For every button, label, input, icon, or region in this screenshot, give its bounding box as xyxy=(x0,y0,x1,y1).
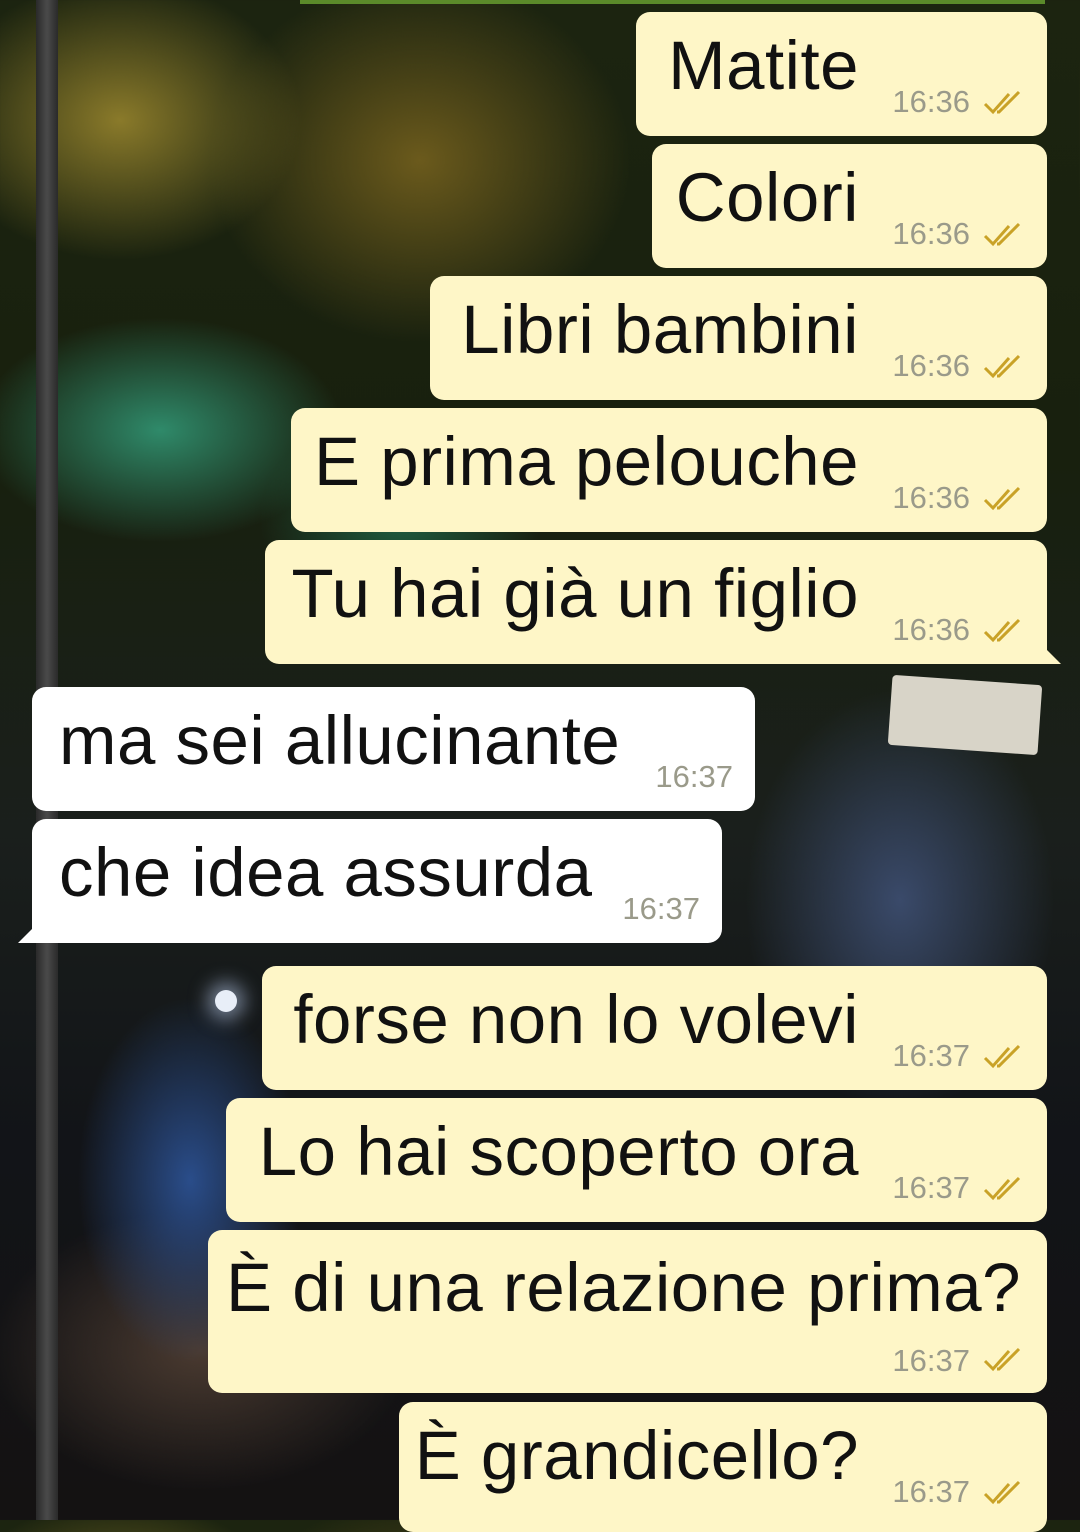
message-text: Libri bambini xyxy=(461,291,859,368)
message-time: 16:36 xyxy=(892,216,970,251)
message-bubble-outgoing[interactable]: È grandicello? 16:37 xyxy=(399,1402,1047,1532)
message-time: 16:37 xyxy=(655,759,733,794)
message-bubble-incoming[interactable]: che idea assurda 16:37 xyxy=(18,819,722,943)
message-time: 16:36 xyxy=(892,612,970,647)
bubble-tail xyxy=(18,923,38,943)
message-time: 16:36 xyxy=(892,84,970,119)
message-text: che idea assurda xyxy=(59,834,593,911)
message-bubble-outgoing[interactable]: Matite 16:36 xyxy=(636,12,1047,136)
message-time: 16:36 xyxy=(892,480,970,515)
double-tick-icon xyxy=(983,618,1027,644)
message-text: È di una relazione prima? xyxy=(226,1249,1021,1326)
message-bubble-outgoing[interactable]: Colori 16:36 xyxy=(652,144,1047,268)
message-bubble-outgoing[interactable]: Libri bambini 16:36 xyxy=(430,276,1047,400)
double-tick-icon xyxy=(983,222,1027,248)
message-bubble-outgoing[interactable]: Tu hai già un figlio 16:36 xyxy=(265,540,1061,664)
message-bubble-outgoing[interactable]: E prima pelouche 16:36 xyxy=(291,408,1047,532)
message-bubble-incoming[interactable]: ma sei allucinante 16:37 xyxy=(32,687,755,811)
bubble-tail xyxy=(1041,644,1061,664)
double-tick-icon xyxy=(983,90,1027,116)
message-text: Matite xyxy=(668,27,859,104)
double-tick-icon xyxy=(983,486,1027,512)
message-bubble-outgoing[interactable]: È di una relazione prima? 16:37 xyxy=(208,1230,1047,1393)
message-bubble-outgoing[interactable]: Lo hai scoperto ora 16:37 xyxy=(226,1098,1047,1222)
message-text: Lo hai scoperto ora xyxy=(258,1113,859,1190)
message-time: 16:37 xyxy=(892,1343,970,1378)
message-text: E prima pelouche xyxy=(314,423,859,500)
message-bubble-outgoing[interactable]: forse non lo volevi 16:37 xyxy=(262,966,1047,1090)
message-time: 16:37 xyxy=(892,1170,970,1205)
message-text: Tu hai già un figlio xyxy=(291,555,859,632)
double-tick-icon xyxy=(983,1176,1027,1202)
message-time: 16:37 xyxy=(622,891,700,926)
message-text: ma sei allucinante xyxy=(59,702,621,779)
double-tick-icon xyxy=(983,354,1027,380)
message-text: Colori xyxy=(675,159,859,236)
double-tick-icon xyxy=(983,1044,1027,1070)
message-time: 16:37 xyxy=(892,1038,970,1073)
message-time: 16:37 xyxy=(892,1474,970,1509)
message-text: È grandicello? xyxy=(414,1417,859,1494)
message-text: forse non lo volevi xyxy=(293,981,859,1058)
double-tick-icon xyxy=(983,1480,1027,1506)
chat-messages[interactable]: Matite 16:36 Colori 16:36 Libri bambini … xyxy=(0,0,1080,1532)
double-tick-icon xyxy=(983,1347,1027,1373)
message-time: 16:36 xyxy=(892,348,970,383)
